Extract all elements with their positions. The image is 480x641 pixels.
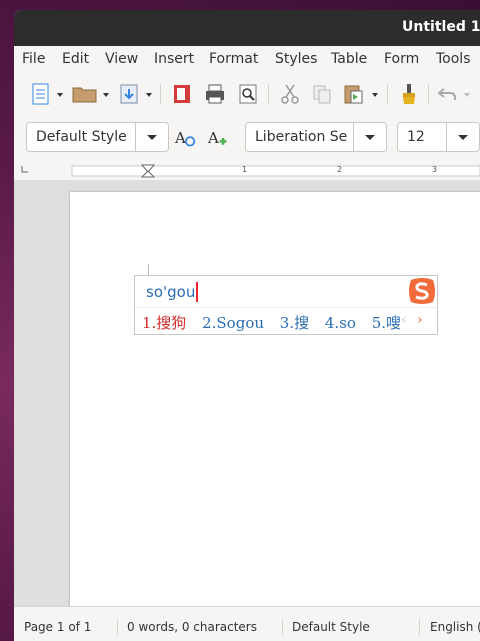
toolbar-separator (428, 84, 429, 104)
status-bar: Page 1 of 1 0 words, 0 characters Defaul… (14, 606, 480, 641)
clone-formatting-icon[interactable] (398, 83, 420, 105)
menu-view[interactable]: View (105, 51, 138, 67)
document-area[interactable] (14, 180, 480, 622)
open-folder-icon[interactable] (72, 83, 98, 105)
ime-candidate-list: 1.搜狗 2.Sogou 3.搜 4.so 5.嗖 (142, 312, 412, 333)
page-style[interactable]: Default Style (292, 620, 370, 634)
ime-next-page-icon[interactable]: › (417, 312, 423, 328)
menu-file[interactable]: File (22, 51, 45, 67)
export-pdf-icon[interactable] (171, 83, 193, 105)
chevron-down-icon[interactable] (446, 123, 479, 151)
formatting-toolbar: Default Style A A Liberation Se 12 (14, 116, 480, 162)
svg-text:A: A (207, 129, 220, 147)
paragraph-style-combo[interactable]: Default Style (26, 122, 169, 152)
print-preview-icon[interactable] (237, 83, 259, 105)
toolbar-separator (268, 84, 269, 104)
paste-dropdown-icon[interactable] (370, 83, 380, 105)
ime-candidate[interactable]: 2.Sogou (202, 314, 264, 332)
update-style-icon[interactable]: A (174, 127, 196, 149)
menu-form[interactable]: Form (384, 51, 419, 67)
standard-toolbar (14, 72, 480, 116)
ime-candidate[interactable]: 4.so (325, 314, 356, 332)
document-page[interactable] (70, 192, 480, 622)
new-dropdown-icon[interactable] (55, 83, 65, 105)
menu-edit[interactable]: Edit (62, 51, 89, 67)
word-count[interactable]: 0 words, 0 characters (127, 620, 257, 634)
window-title: Untitled 1 - (402, 19, 480, 35)
status-separator (419, 619, 420, 635)
ruler-mark: 1 (242, 165, 248, 174)
status-separator (117, 619, 118, 635)
ime-candidate[interactable]: 5.嗖 (372, 314, 401, 332)
font-size-combo[interactable]: 12 (397, 122, 480, 152)
font-name-value: Liberation Se (255, 129, 348, 145)
page-count[interactable]: Page 1 of 1 (24, 620, 91, 634)
paste-icon[interactable] (342, 83, 364, 105)
ime-candidate[interactable]: 3.搜 (280, 314, 309, 332)
new-document-icon[interactable] (30, 83, 52, 105)
menu-format[interactable]: Format (209, 51, 258, 67)
ime-candidate[interactable]: 1.搜狗 (142, 314, 186, 332)
svg-text:A: A (174, 129, 187, 147)
copy-icon[interactable] (311, 83, 333, 105)
ruler-mark: 3 (432, 165, 438, 174)
font-size-value: 12 (407, 129, 425, 145)
menu-styles[interactable]: Styles (275, 51, 317, 67)
ime-prev-page-icon[interactable]: ‹ (401, 312, 407, 328)
toolbar-separator (387, 84, 388, 104)
print-icon[interactable] (204, 83, 226, 105)
menu-bar: File Edit View Insert Format Styles Tabl… (14, 46, 480, 72)
undo-dropdown-icon[interactable] (462, 83, 472, 105)
font-name-combo[interactable]: Liberation Se (245, 122, 387, 152)
cut-icon[interactable] (279, 83, 301, 105)
ime-caret (196, 282, 198, 302)
undo-icon[interactable] (436, 83, 458, 105)
chevron-down-icon[interactable] (135, 123, 168, 151)
ime-input-text: so'gou (146, 283, 196, 301)
title-bar[interactable]: Untitled 1 - (14, 10, 480, 46)
chevron-down-icon[interactable] (353, 123, 386, 151)
open-dropdown-icon[interactable] (101, 83, 111, 105)
ruler-mark: 2 (337, 165, 343, 174)
menu-tools[interactable]: Tools (436, 51, 471, 67)
new-style-icon[interactable]: A (207, 127, 229, 149)
menu-insert[interactable]: Insert (154, 51, 194, 67)
ime-divider (135, 307, 437, 308)
status-separator (282, 619, 283, 635)
menu-table[interactable]: Table (331, 51, 367, 67)
horizontal-ruler[interactable]: 1 2 3 (14, 162, 480, 180)
ime-candidate-window: so'gou 1.搜狗 2.Sogou 3.搜 4.so 5.嗖 ‹ › (134, 275, 438, 335)
language[interactable]: English (U (430, 620, 480, 634)
toolbar-separator (160, 84, 161, 104)
paragraph-style-value: Default Style (36, 129, 127, 145)
save-dropdown-icon[interactable] (144, 83, 154, 105)
sogou-logo-icon[interactable] (407, 276, 437, 306)
save-icon[interactable] (118, 83, 140, 105)
